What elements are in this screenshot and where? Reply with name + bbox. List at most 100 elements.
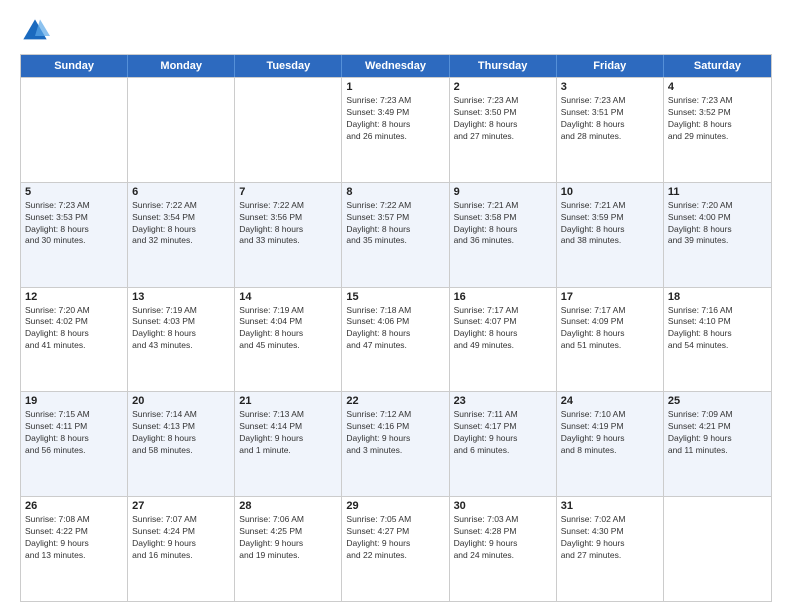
day-number: 4 xyxy=(668,81,767,93)
day-info: Sunrise: 7:23 AM Sunset: 3:53 PM Dayligh… xyxy=(25,200,123,248)
day-number: 31 xyxy=(561,500,659,512)
calendar-day-10: 10 Sunrise: 7:21 AM Sunset: 3:59 PM Dayli… xyxy=(557,183,664,287)
calendar-day-20: 20 Sunrise: 7:14 AM Sunset: 4:13 PM Dayli… xyxy=(128,392,235,496)
day-number: 9 xyxy=(454,186,552,198)
calendar-empty-cell xyxy=(664,497,771,601)
day-number: 14 xyxy=(239,291,337,303)
calendar-row: 1 Sunrise: 7:23 AM Sunset: 3:49 PM Daylig… xyxy=(21,77,771,182)
calendar-day-15: 15Sunrise: 7:18 AM Sunset: 4:06 PM Dayli… xyxy=(342,288,449,392)
day-info: Sunrise: 7:23 AM Sunset: 3:49 PM Dayligh… xyxy=(346,95,444,143)
calendar-day-8: 8Sunrise: 7:22 AM Sunset: 3:57 PM Daylig… xyxy=(342,183,449,287)
day-info: Sunrise: 7:03 AM Sunset: 4:28 PM Dayligh… xyxy=(454,514,552,562)
day-info: Sunrise: 7:21 AM Sunset: 3:58 PM Dayligh… xyxy=(454,200,552,248)
day-info: Sunrise: 7:02 AM Sunset: 4:30 PM Dayligh… xyxy=(561,514,659,562)
day-info: Sunrise: 7:10 AM Sunset: 4:19 PM Dayligh… xyxy=(561,409,659,457)
calendar-day-22: 22Sunrise: 7:12 AM Sunset: 4:16 PM Dayli… xyxy=(342,392,449,496)
calendar-empty-cell xyxy=(128,78,235,182)
day-info: Sunrise: 7:15 AM Sunset: 4:11 PM Dayligh… xyxy=(25,409,123,457)
calendar-day-11: 11Sunrise: 7:20 AM Sunset: 4:00 PM Dayli… xyxy=(664,183,771,287)
day-number: 21 xyxy=(239,395,337,407)
day-info: Sunrise: 7:19 AM Sunset: 4:03 PM Dayligh… xyxy=(132,305,230,353)
calendar-empty-cell xyxy=(235,78,342,182)
day-info: Sunrise: 7:23 AM Sunset: 3:50 PM Dayligh… xyxy=(454,95,552,143)
calendar-day-7: 7Sunrise: 7:22 AM Sunset: 3:56 PM Daylig… xyxy=(235,183,342,287)
calendar-day-17: 17 Sunrise: 7:17 AM Sunset: 4:09 PM Dayli… xyxy=(557,288,664,392)
header-cell-sunday: Sunday xyxy=(21,55,128,77)
day-number: 26 xyxy=(25,500,123,512)
header-cell-friday: Friday xyxy=(557,55,664,77)
day-info: Sunrise: 7:17 AM Sunset: 4:09 PM Dayligh… xyxy=(561,305,659,353)
logo-icon xyxy=(20,16,50,46)
calendar-day-24: 24 Sunrise: 7:10 AM Sunset: 4:19 PM Dayli… xyxy=(557,392,664,496)
header-cell-thursday: Thursday xyxy=(450,55,557,77)
day-info: Sunrise: 7:08 AM Sunset: 4:22 PM Dayligh… xyxy=(25,514,123,562)
day-info: Sunrise: 7:16 AM Sunset: 4:10 PM Dayligh… xyxy=(668,305,767,353)
calendar-day-28: 28 Sunrise: 7:06 AM Sunset: 4:25 PM Dayli… xyxy=(235,497,342,601)
day-number: 19 xyxy=(25,395,123,407)
day-info: Sunrise: 7:19 AM Sunset: 4:04 PM Dayligh… xyxy=(239,305,337,353)
day-number: 30 xyxy=(454,500,552,512)
day-number: 23 xyxy=(454,395,552,407)
calendar-day-14: 14 Sunrise: 7:19 AM Sunset: 4:04 PM Dayli… xyxy=(235,288,342,392)
day-number: 10 xyxy=(561,186,659,198)
day-info: Sunrise: 7:05 AM Sunset: 4:27 PM Dayligh… xyxy=(346,514,444,562)
day-info: Sunrise: 7:23 AM Sunset: 3:52 PM Dayligh… xyxy=(668,95,767,143)
calendar-day-27: 27 Sunrise: 7:07 AM Sunset: 4:24 PM Dayli… xyxy=(128,497,235,601)
header xyxy=(20,16,772,46)
calendar-day-26: 26 Sunrise: 7:08 AM Sunset: 4:22 PM Dayli… xyxy=(21,497,128,601)
day-number: 24 xyxy=(561,395,659,407)
day-number: 18 xyxy=(668,291,767,303)
calendar-day-13: 13 Sunrise: 7:19 AM Sunset: 4:03 PM Dayli… xyxy=(128,288,235,392)
day-number: 27 xyxy=(132,500,230,512)
day-number: 2 xyxy=(454,81,552,93)
day-number: 1 xyxy=(346,81,444,93)
calendar-day-1: 1 Sunrise: 7:23 AM Sunset: 3:49 PM Daylig… xyxy=(342,78,449,182)
day-number: 15 xyxy=(346,291,444,303)
day-number: 6 xyxy=(132,186,230,198)
calendar-day-23: 23 Sunrise: 7:11 AM Sunset: 4:17 PM Dayli… xyxy=(450,392,557,496)
day-info: Sunrise: 7:12 AM Sunset: 4:16 PM Dayligh… xyxy=(346,409,444,457)
day-info: Sunrise: 7:17 AM Sunset: 4:07 PM Dayligh… xyxy=(454,305,552,353)
calendar-day-25: 25 Sunrise: 7:09 AM Sunset: 4:21 PM Dayli… xyxy=(664,392,771,496)
calendar-row: 19 Sunrise: 7:15 AM Sunset: 4:11 PM Dayli… xyxy=(21,391,771,496)
calendar-day-5: 5Sunrise: 7:23 AM Sunset: 3:53 PM Daylig… xyxy=(21,183,128,287)
calendar-day-16: 16 Sunrise: 7:17 AM Sunset: 4:07 PM Dayli… xyxy=(450,288,557,392)
calendar-day-29: 29 Sunrise: 7:05 AM Sunset: 4:27 PM Dayli… xyxy=(342,497,449,601)
calendar-day-19: 19 Sunrise: 7:15 AM Sunset: 4:11 PM Dayli… xyxy=(21,392,128,496)
day-info: Sunrise: 7:06 AM Sunset: 4:25 PM Dayligh… xyxy=(239,514,337,562)
day-info: Sunrise: 7:11 AM Sunset: 4:17 PM Dayligh… xyxy=(454,409,552,457)
calendar-row: 12 Sunrise: 7:20 AM Sunset: 4:02 PM Dayli… xyxy=(21,287,771,392)
day-number: 25 xyxy=(668,395,767,407)
day-number: 17 xyxy=(561,291,659,303)
day-number: 13 xyxy=(132,291,230,303)
day-number: 8 xyxy=(346,186,444,198)
day-number: 16 xyxy=(454,291,552,303)
day-info: Sunrise: 7:22 AM Sunset: 3:54 PM Dayligh… xyxy=(132,200,230,248)
day-number: 29 xyxy=(346,500,444,512)
calendar-day-12: 12 Sunrise: 7:20 AM Sunset: 4:02 PM Dayli… xyxy=(21,288,128,392)
calendar-day-6: 6 Sunrise: 7:22 AM Sunset: 3:54 PM Daylig… xyxy=(128,183,235,287)
day-info: Sunrise: 7:09 AM Sunset: 4:21 PM Dayligh… xyxy=(668,409,767,457)
day-number: 20 xyxy=(132,395,230,407)
day-info: Sunrise: 7:21 AM Sunset: 3:59 PM Dayligh… xyxy=(561,200,659,248)
page: SundayMondayTuesdayWednesdayThursdayFrid… xyxy=(0,0,792,612)
day-number: 12 xyxy=(25,291,123,303)
day-info: Sunrise: 7:14 AM Sunset: 4:13 PM Dayligh… xyxy=(132,409,230,457)
calendar-day-4: 4 Sunrise: 7:23 AM Sunset: 3:52 PM Daylig… xyxy=(664,78,771,182)
calendar-body: 1 Sunrise: 7:23 AM Sunset: 3:49 PM Daylig… xyxy=(21,77,771,601)
day-number: 7 xyxy=(239,186,337,198)
calendar-row: 26 Sunrise: 7:08 AM Sunset: 4:22 PM Dayli… xyxy=(21,496,771,601)
calendar: SundayMondayTuesdayWednesdayThursdayFrid… xyxy=(20,54,772,602)
header-cell-tuesday: Tuesday xyxy=(235,55,342,77)
day-info: Sunrise: 7:23 AM Sunset: 3:51 PM Dayligh… xyxy=(561,95,659,143)
day-number: 28 xyxy=(239,500,337,512)
day-info: Sunrise: 7:20 AM Sunset: 4:02 PM Dayligh… xyxy=(25,305,123,353)
calendar-day-9: 9 Sunrise: 7:21 AM Sunset: 3:58 PM Daylig… xyxy=(450,183,557,287)
header-cell-wednesday: Wednesday xyxy=(342,55,449,77)
calendar-day-21: 21Sunrise: 7:13 AM Sunset: 4:14 PM Dayli… xyxy=(235,392,342,496)
day-info: Sunrise: 7:07 AM Sunset: 4:24 PM Dayligh… xyxy=(132,514,230,562)
calendar-day-2: 2 Sunrise: 7:23 AM Sunset: 3:50 PM Daylig… xyxy=(450,78,557,182)
calendar-day-31: 31 Sunrise: 7:02 AM Sunset: 4:30 PM Dayli… xyxy=(557,497,664,601)
logo xyxy=(20,16,54,46)
calendar-day-3: 3Sunrise: 7:23 AM Sunset: 3:51 PM Daylig… xyxy=(557,78,664,182)
